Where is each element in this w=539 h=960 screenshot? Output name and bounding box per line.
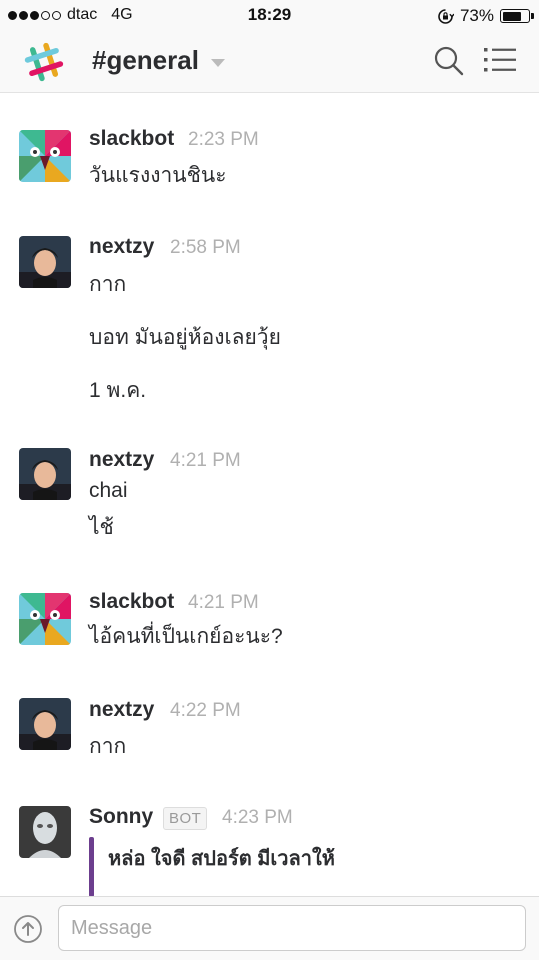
attachment-text: หล่อ ใจดี สปอร์ต มีเวลาให้ — [108, 848, 335, 870]
battery-icon — [500, 9, 534, 23]
battery-percentage: 73% — [459, 6, 494, 25]
nextzy-avatar[interactable] — [19, 448, 71, 500]
channel-header: #general — [0, 32, 539, 93]
message-text: บอท มันอยู่ห้องเลยวุ้ย — [89, 326, 281, 349]
search-icon[interactable] — [432, 44, 466, 78]
message-author[interactable]: nextzy — [89, 698, 154, 722]
nextzy-avatar[interactable] — [19, 236, 71, 288]
message-timestamp: 4:22 PM — [170, 700, 241, 721]
slack-logo-icon[interactable] — [22, 40, 66, 84]
bot-badge: BOT — [163, 807, 208, 830]
message-timestamp: 4:21 PM — [170, 450, 241, 471]
channel-switcher[interactable]: #general — [92, 45, 225, 76]
message-text: ไอ้คนที่เป็นเกย์อะนะ? — [89, 625, 283, 648]
message-text: chai — [89, 479, 128, 502]
message-input[interactable] — [58, 905, 526, 951]
message-text: 1 พ.ค. — [89, 379, 147, 402]
message-timestamp: 4:21 PM — [188, 592, 259, 613]
slackbot-avatar[interactable] — [19, 593, 71, 645]
status-bar: dtac 4G 18:29 73% — [0, 0, 539, 32]
message-author[interactable]: Sonny — [89, 805, 153, 829]
message-author[interactable]: slackbot — [89, 127, 174, 151]
channel-name[interactable]: #general — [92, 45, 199, 76]
message-text: ไช้ — [89, 516, 114, 539]
message-text: กาก — [89, 273, 127, 296]
message-author[interactable]: slackbot — [89, 590, 174, 614]
message-timestamp: 2:58 PM — [170, 237, 241, 258]
status-right: 73% — [437, 6, 534, 26]
slackbot-avatar[interactable] — [19, 130, 71, 182]
upload-arrow-icon[interactable] — [13, 914, 43, 944]
message-author[interactable]: nextzy — [89, 235, 154, 259]
chevron-down-icon[interactable] — [210, 58, 225, 67]
rotation-lock-icon — [438, 8, 454, 24]
battery-fill — [502, 11, 521, 21]
message-text: กาก — [89, 735, 127, 758]
message-list[interactable]: slackbot 2:23 PM วันแรงงานชินะ nextzy 2:… — [0, 93, 539, 896]
message-timestamp: 4:23 PM — [222, 807, 293, 828]
attachment-color-bar — [89, 837, 94, 896]
nextzy-avatar[interactable] — [19, 698, 71, 750]
sonny-bot-avatar[interactable] — [19, 806, 71, 858]
message-timestamp: 2:23 PM — [188, 129, 259, 150]
message-composer — [0, 896, 539, 960]
menu-list-icon[interactable] — [482, 45, 518, 75]
message-text: วันแรงงานชินะ — [89, 164, 227, 187]
message-author[interactable]: nextzy — [89, 448, 154, 472]
